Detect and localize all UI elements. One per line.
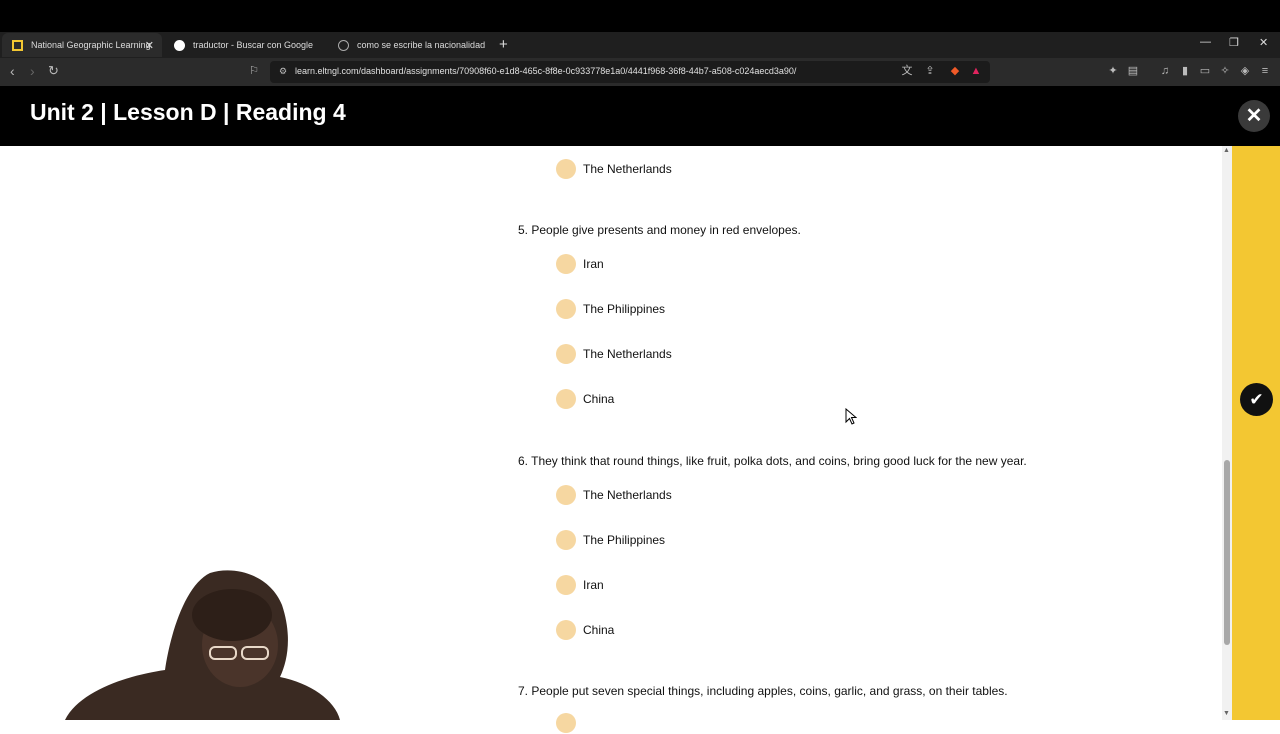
answer-option[interactable]	[556, 712, 576, 734]
globe-favicon-icon	[338, 39, 349, 51]
extensions-icon[interactable]: ✦	[1106, 64, 1120, 78]
media-icon[interactable]: ♫	[1158, 64, 1172, 78]
option-label: China	[583, 623, 615, 637]
option-label: China	[583, 392, 615, 406]
answer-option[interactable]: China	[556, 388, 614, 410]
check-answers-button[interactable]: ✔	[1240, 383, 1273, 416]
radio-button[interactable]	[556, 254, 576, 274]
option-label: The Philippines	[583, 302, 666, 316]
radio-button[interactable]	[556, 159, 576, 179]
webcam-overlay	[65, 570, 340, 720]
side-panel	[1232, 146, 1280, 720]
answer-option[interactable]: The Netherlands	[556, 158, 672, 180]
vpn-icon[interactable]: ◈	[1238, 64, 1252, 78]
answer-option[interactable]: China	[556, 619, 614, 641]
option-label: The Netherlands	[583, 347, 672, 361]
radio-button[interactable]	[556, 485, 576, 505]
brave-shield-icon[interactable]: ◆	[948, 64, 962, 78]
option-label: Iran	[583, 578, 604, 592]
radio-button[interactable]	[556, 389, 576, 409]
page-title: Unit 2 | Lesson D | Reading 4	[30, 99, 346, 125]
back-icon[interactable]: ‹	[10, 63, 15, 79]
new-tab-icon[interactable]: +	[499, 36, 508, 53]
tab-label: como se escribe la nacionalidad de ir	[357, 40, 488, 50]
answer-option[interactable]: The Netherlands	[556, 343, 672, 365]
answer-option[interactable]: Iran	[556, 574, 604, 596]
site-info-icon[interactable]: ⚙	[276, 64, 290, 78]
question-prompt: 5. People give presents and money in red…	[518, 223, 801, 237]
bookmark-icon[interactable]: ⚐	[247, 64, 261, 78]
tab-label: National Geographic Learning	[31, 40, 151, 50]
url-text[interactable]: learn.eltngl.com/dashboard/assignments/7…	[295, 66, 796, 76]
translate-icon[interactable]: 文	[900, 64, 914, 78]
maximize-icon[interactable]: ❐	[1229, 36, 1239, 49]
sidebar-icon[interactable]: ▮	[1178, 64, 1192, 78]
option-label: The Philippines	[583, 533, 666, 547]
google-favicon-icon	[174, 39, 185, 51]
option-label: The Netherlands	[583, 488, 672, 502]
leo-ai-icon[interactable]: ✧	[1218, 64, 1232, 78]
radio-button[interactable]	[556, 344, 576, 364]
radio-button[interactable]	[556, 299, 576, 319]
natgeo-favicon-icon	[12, 39, 23, 51]
radio-button[interactable]	[556, 530, 576, 550]
tab-national-geographic[interactable]: National Geographic Learning ✕	[2, 33, 162, 57]
answer-option[interactable]: Iran	[556, 253, 604, 275]
radio-button[interactable]	[556, 620, 576, 640]
answer-option[interactable]: The Netherlands	[556, 484, 672, 506]
share-icon[interactable]: ⇪	[923, 64, 937, 78]
tab-google-search[interactable]: traductor - Buscar con Google	[164, 33, 324, 57]
radio-button[interactable]	[556, 575, 576, 595]
question-prompt: 6. They think that round things, like fr…	[518, 454, 1027, 468]
scroll-up-icon[interactable]: ▲	[1223, 147, 1230, 154]
forward-icon[interactable]: ›	[30, 63, 35, 79]
scroll-down-icon[interactable]: ▼	[1223, 710, 1230, 717]
answer-option[interactable]: The Philippines	[556, 298, 665, 320]
radio-button[interactable]	[556, 713, 576, 733]
window-top-bar	[0, 0, 1280, 32]
reader-icon[interactable]: ▤	[1126, 64, 1140, 78]
option-label: Iran	[583, 257, 604, 271]
close-lesson-button[interactable]: ✕	[1238, 100, 1270, 132]
reload-icon[interactable]: ↻	[48, 63, 59, 79]
wallet-icon[interactable]: ▭	[1198, 64, 1212, 78]
scrollbar-thumb[interactable]	[1224, 460, 1230, 645]
tab-label: traductor - Buscar con Google	[193, 40, 314, 50]
minimize-icon[interactable]: —	[1200, 36, 1211, 48]
tab-close-icon[interactable]: ✕	[145, 39, 154, 52]
menu-icon[interactable]: ≡	[1258, 64, 1272, 78]
question-prompt: 7. People put seven special things, incl…	[518, 684, 1008, 698]
window-close-icon[interactable]: ✕	[1259, 36, 1268, 49]
brave-rewards-icon[interactable]: ▲	[969, 64, 983, 78]
answer-option[interactable]: The Philippines	[556, 529, 665, 551]
option-label: The Netherlands	[583, 162, 672, 176]
tab-nacionalidad[interactable]: como se escribe la nacionalidad de ir	[328, 33, 488, 57]
mouse-cursor-icon	[845, 408, 857, 425]
